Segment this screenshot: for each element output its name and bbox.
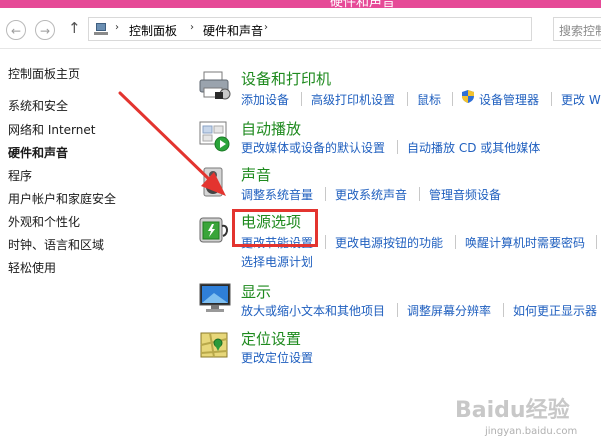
annotation-arrow — [118, 91, 226, 196]
watermark-brand: Baidu经验 — [455, 398, 570, 423]
watermark: Baidu经验 jingyan.baidu.com — [455, 392, 577, 437]
watermark-url: jingyan.baidu.com — [485, 426, 578, 437]
